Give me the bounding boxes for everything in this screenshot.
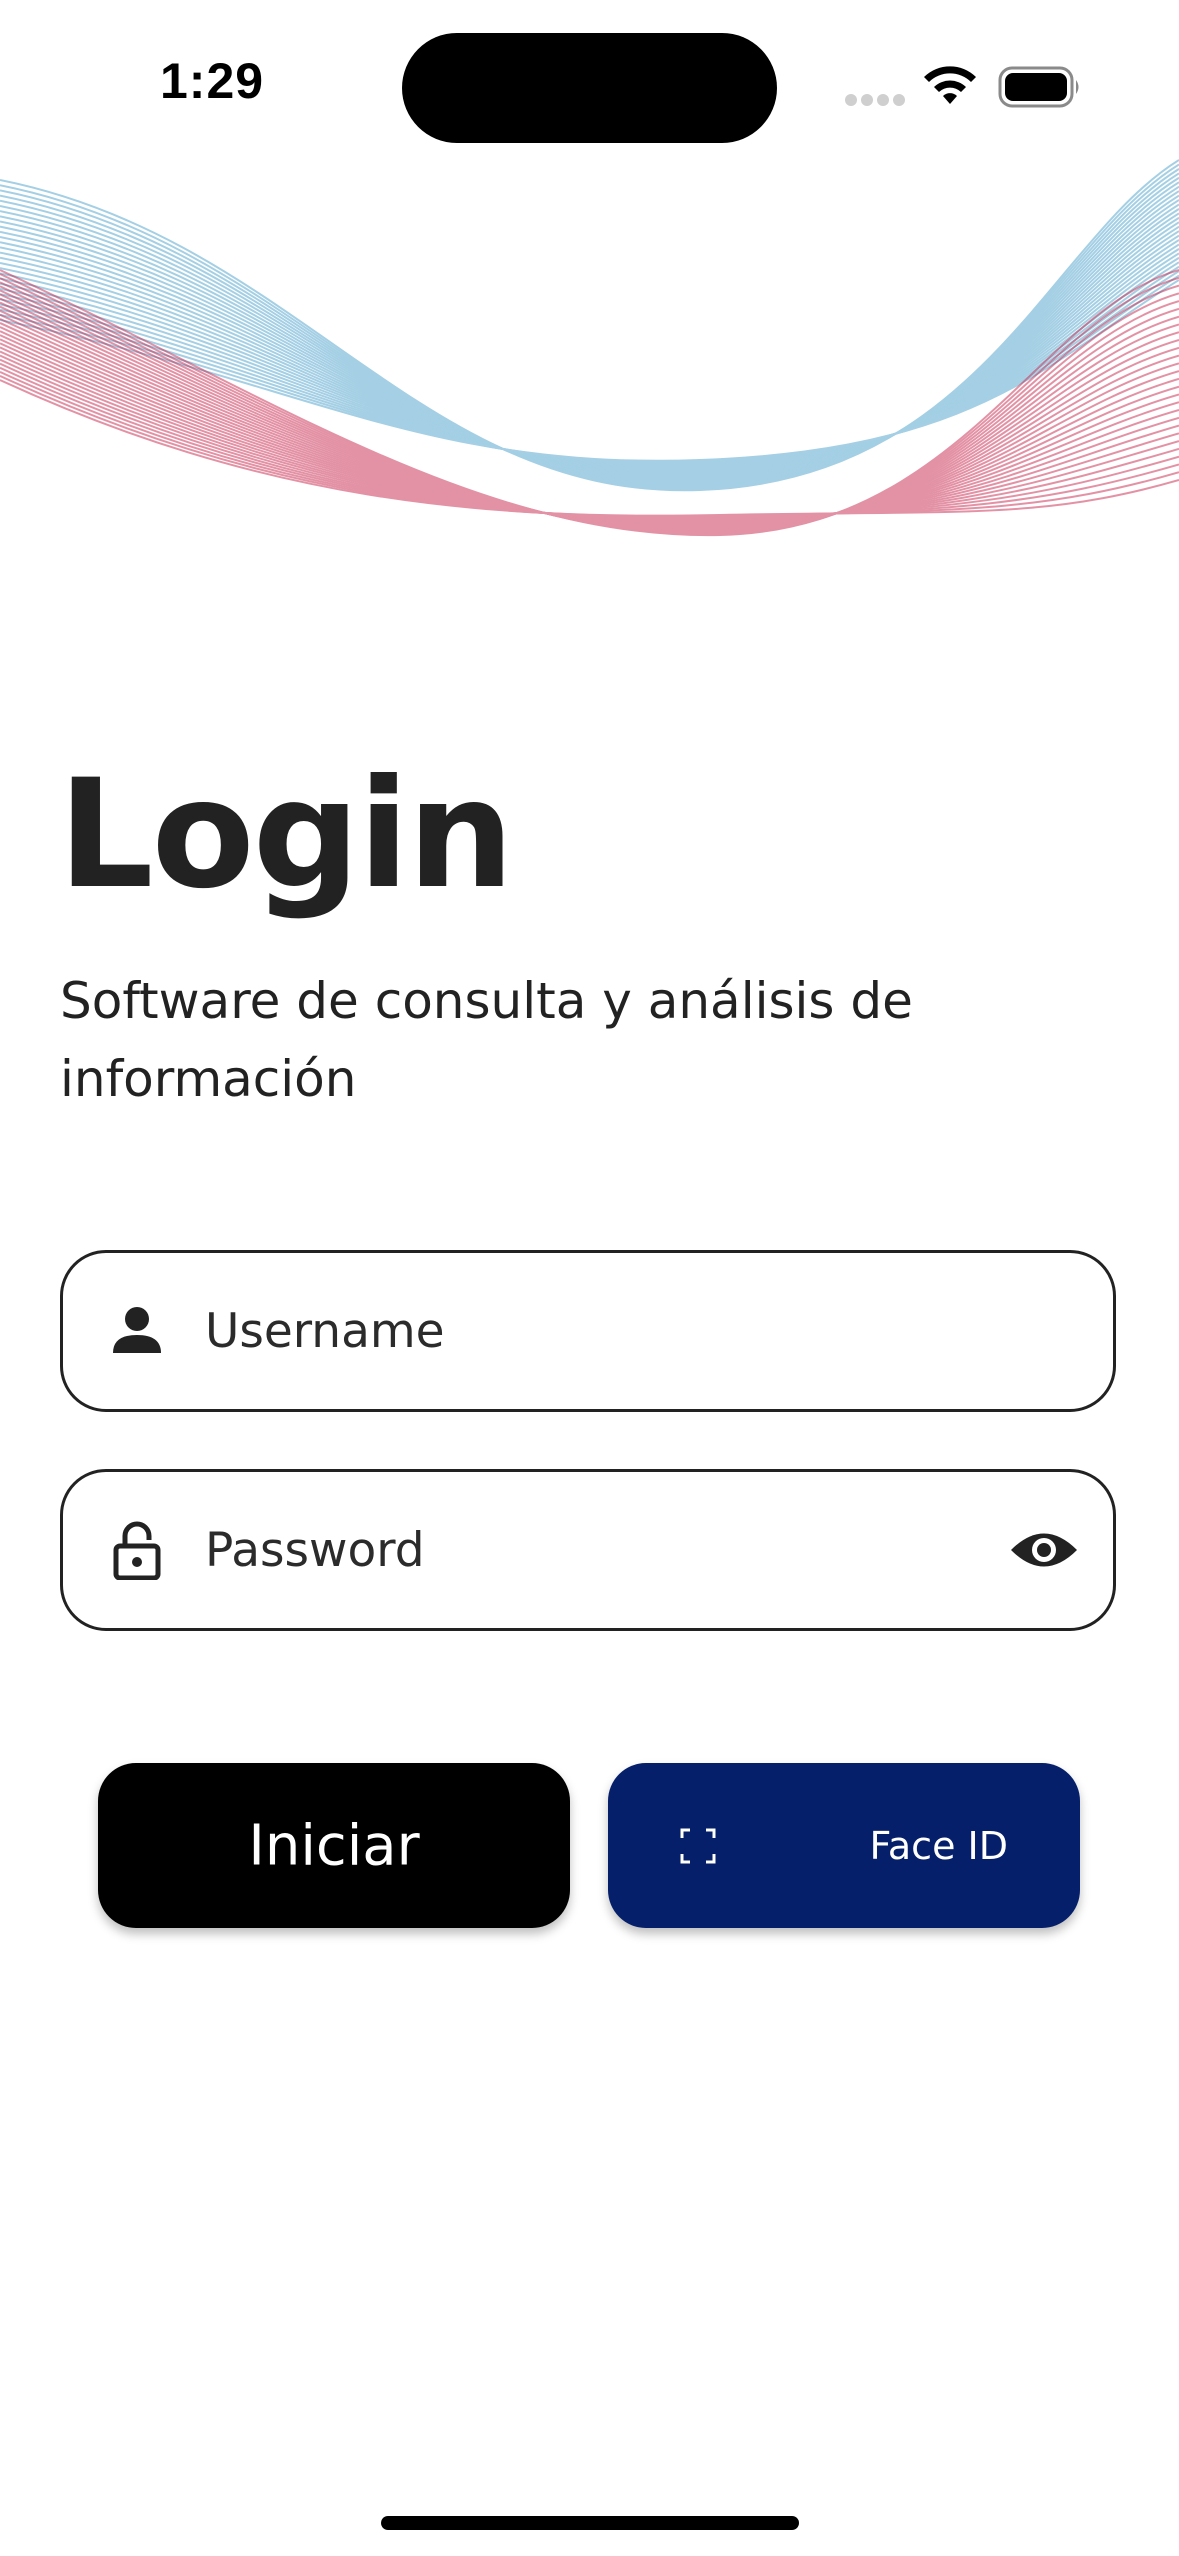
login-button-label: Iniciar bbox=[248, 1813, 420, 1878]
battery-icon bbox=[998, 66, 1079, 108]
password-field[interactable] bbox=[60, 1469, 1116, 1631]
wifi-icon bbox=[924, 66, 976, 104]
login-button[interactable]: Iniciar bbox=[98, 1763, 570, 1928]
home-indicator bbox=[381, 2516, 799, 2530]
eye-icon[interactable] bbox=[1009, 1525, 1079, 1575]
page-subtitle: Software de consulta y análisis de infor… bbox=[60, 972, 913, 1108]
status-time: 1:29 bbox=[160, 53, 265, 109]
lock-icon bbox=[113, 1521, 161, 1580]
password-input[interactable] bbox=[205, 1472, 985, 1628]
face-id-button-label: Face ID bbox=[869, 1823, 1008, 1868]
face-id-icon bbox=[680, 1828, 716, 1863]
username-input[interactable] bbox=[205, 1253, 985, 1409]
page-title: Login bbox=[58, 748, 514, 922]
wave-line-red bbox=[0, 293, 1179, 532]
face-id-button[interactable]: Face ID bbox=[608, 1763, 1080, 1928]
wave-line-blue bbox=[0, 159, 1179, 492]
wave-decoration bbox=[0, 159, 1179, 537]
wave-line-red bbox=[0, 309, 1179, 529]
signal-icon bbox=[845, 94, 905, 106]
person-icon bbox=[113, 1307, 161, 1353]
wave-line-blue bbox=[0, 172, 1179, 488]
username-field[interactable] bbox=[60, 1250, 1116, 1412]
